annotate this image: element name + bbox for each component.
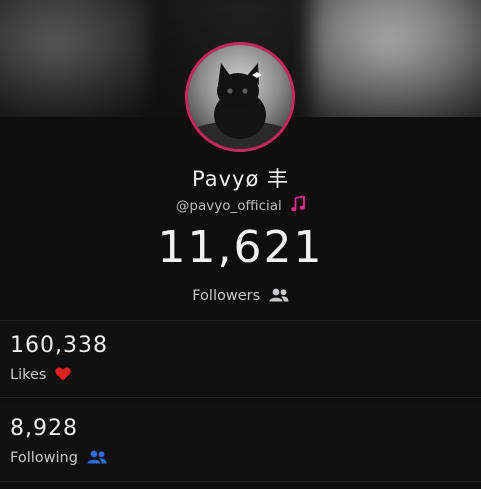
avatar[interactable] [185, 42, 295, 152]
heart-icon [55, 367, 71, 385]
kitten-avatar-image [188, 45, 292, 149]
likes-count: 160,338 [10, 333, 108, 358]
likes-label-row: Likes [10, 367, 71, 385]
followers-count: 11,621 [157, 222, 324, 273]
followers-label-row[interactable]: Followers [0, 288, 481, 306]
profile-handle[interactable]: @pavyo_official [176, 198, 282, 214]
users-icon [269, 288, 289, 306]
profile-handle-row: @pavyo_official [0, 195, 481, 216]
followers-label: Followers [192, 288, 261, 304]
following-stat[interactable]: 8,928 Following [0, 404, 481, 480]
likes-stat[interactable]: 160,338 Likes [0, 321, 481, 397]
following-count: 8,928 [10, 416, 78, 441]
music-note-icon [291, 195, 305, 216]
likes-label: Likes [10, 367, 47, 383]
profile-name: Pavyø 丰 [192, 167, 289, 191]
users-icon [87, 450, 107, 468]
following-label: Following [10, 450, 78, 466]
following-label-row: Following [10, 450, 107, 468]
divider [0, 481, 481, 482]
divider [0, 397, 481, 398]
